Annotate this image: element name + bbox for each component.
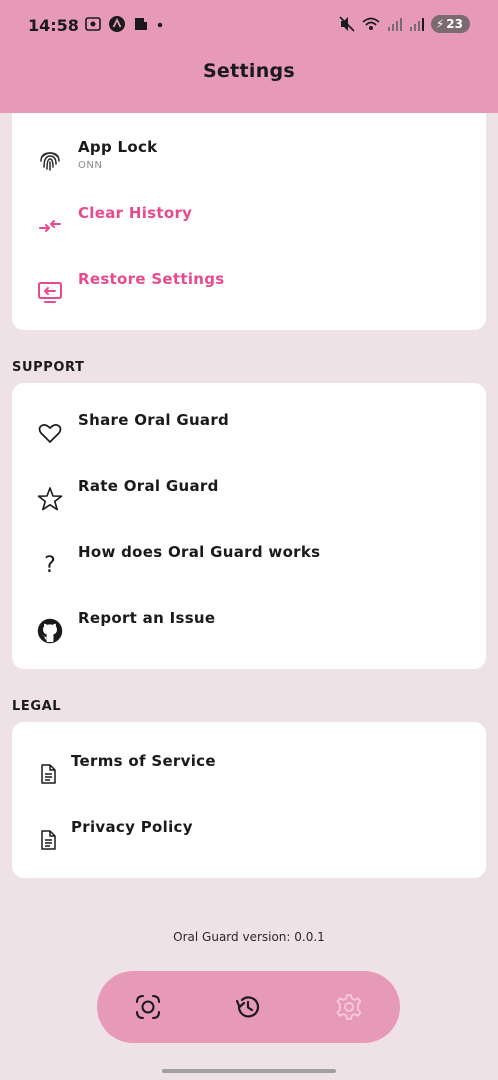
status-notification-icons (84, 15, 164, 33)
nav-scan-button[interactable] (130, 989, 166, 1025)
document-icon (34, 760, 62, 788)
fingerprint-icon (36, 146, 64, 174)
android-icon (109, 16, 125, 32)
bottom-navigation (97, 971, 400, 1043)
mute-icon (339, 16, 355, 32)
terms-item[interactable]: Terms of Service (12, 752, 486, 796)
restore-settings-label: Restore Settings (78, 270, 225, 288)
clear-history-label: Clear History (78, 204, 193, 222)
share-label: Share Oral Guard (78, 411, 230, 429)
document-icon (34, 826, 62, 854)
clear-history-item[interactable]: Clear History (12, 204, 486, 248)
support-card: Share Oral Guard Rate Oral Guard ? How d… (12, 383, 486, 669)
history-icon (235, 996, 260, 1018)
share-item[interactable]: Share Oral Guard (12, 411, 486, 455)
how-it-works-item[interactable]: ? How does Oral Guard works (12, 543, 486, 587)
scan-icon (136, 995, 160, 1019)
privacy-label: Privacy Policy (71, 818, 193, 836)
swap-arrows-icon (36, 212, 64, 240)
signal-icon-2 (409, 18, 424, 31)
restore-screen-icon (36, 278, 64, 306)
nav-settings-button[interactable] (331, 989, 367, 1025)
app-lock-status: ONN (78, 160, 103, 171)
home-indicator[interactable] (162, 1069, 336, 1073)
legal-heading: LEGAL (12, 699, 62, 714)
wifi-icon (362, 17, 380, 30)
rate-label: Rate Oral Guard (78, 477, 219, 495)
battery-indicator: ⚡ 23 (430, 15, 470, 33)
report-issue-item[interactable]: Report an Issue (12, 609, 486, 653)
signal-icon (387, 18, 402, 31)
terms-label: Terms of Service (71, 752, 216, 770)
dot-icon (157, 22, 163, 28)
question-icon: ? (44, 552, 56, 578)
legal-card: Terms of Service Privacy Policy (12, 722, 486, 878)
star-icon (36, 485, 64, 513)
screenshot-icon (85, 17, 101, 31)
security-card: App Lock ONN Clear History Restore Setti… (12, 113, 486, 330)
app-header: 14:58 ⚡ 23 Settings (0, 0, 498, 113)
page-title: Settings (202, 60, 296, 82)
status-system-icons: ⚡ 23 (339, 15, 470, 33)
app-version: Oral Guard version: 0.0.1 (173, 930, 325, 944)
app-lock-item[interactable]: App Lock ONN (12, 138, 486, 182)
privacy-item[interactable]: Privacy Policy (12, 818, 486, 862)
github-icon (36, 617, 64, 645)
status-bar: 14:58 ⚡ 23 (0, 0, 498, 52)
report-issue-label: Report an Issue (78, 609, 216, 627)
restore-settings-item[interactable]: Restore Settings (12, 270, 486, 314)
support-heading: SUPPORT (12, 360, 85, 375)
battery-level: 23 (446, 17, 463, 31)
rate-item[interactable]: Rate Oral Guard (12, 477, 486, 521)
nav-history-button[interactable] (230, 989, 266, 1025)
gear-icon (336, 994, 362, 1020)
app-lock-label: App Lock (78, 138, 158, 156)
how-it-works-label: How does Oral Guard works (78, 543, 321, 561)
notification-app-icon (135, 18, 147, 30)
bolt-icon: ⚡ (435, 17, 445, 31)
status-time: 14:58 (28, 16, 79, 35)
heart-icon (36, 419, 64, 447)
